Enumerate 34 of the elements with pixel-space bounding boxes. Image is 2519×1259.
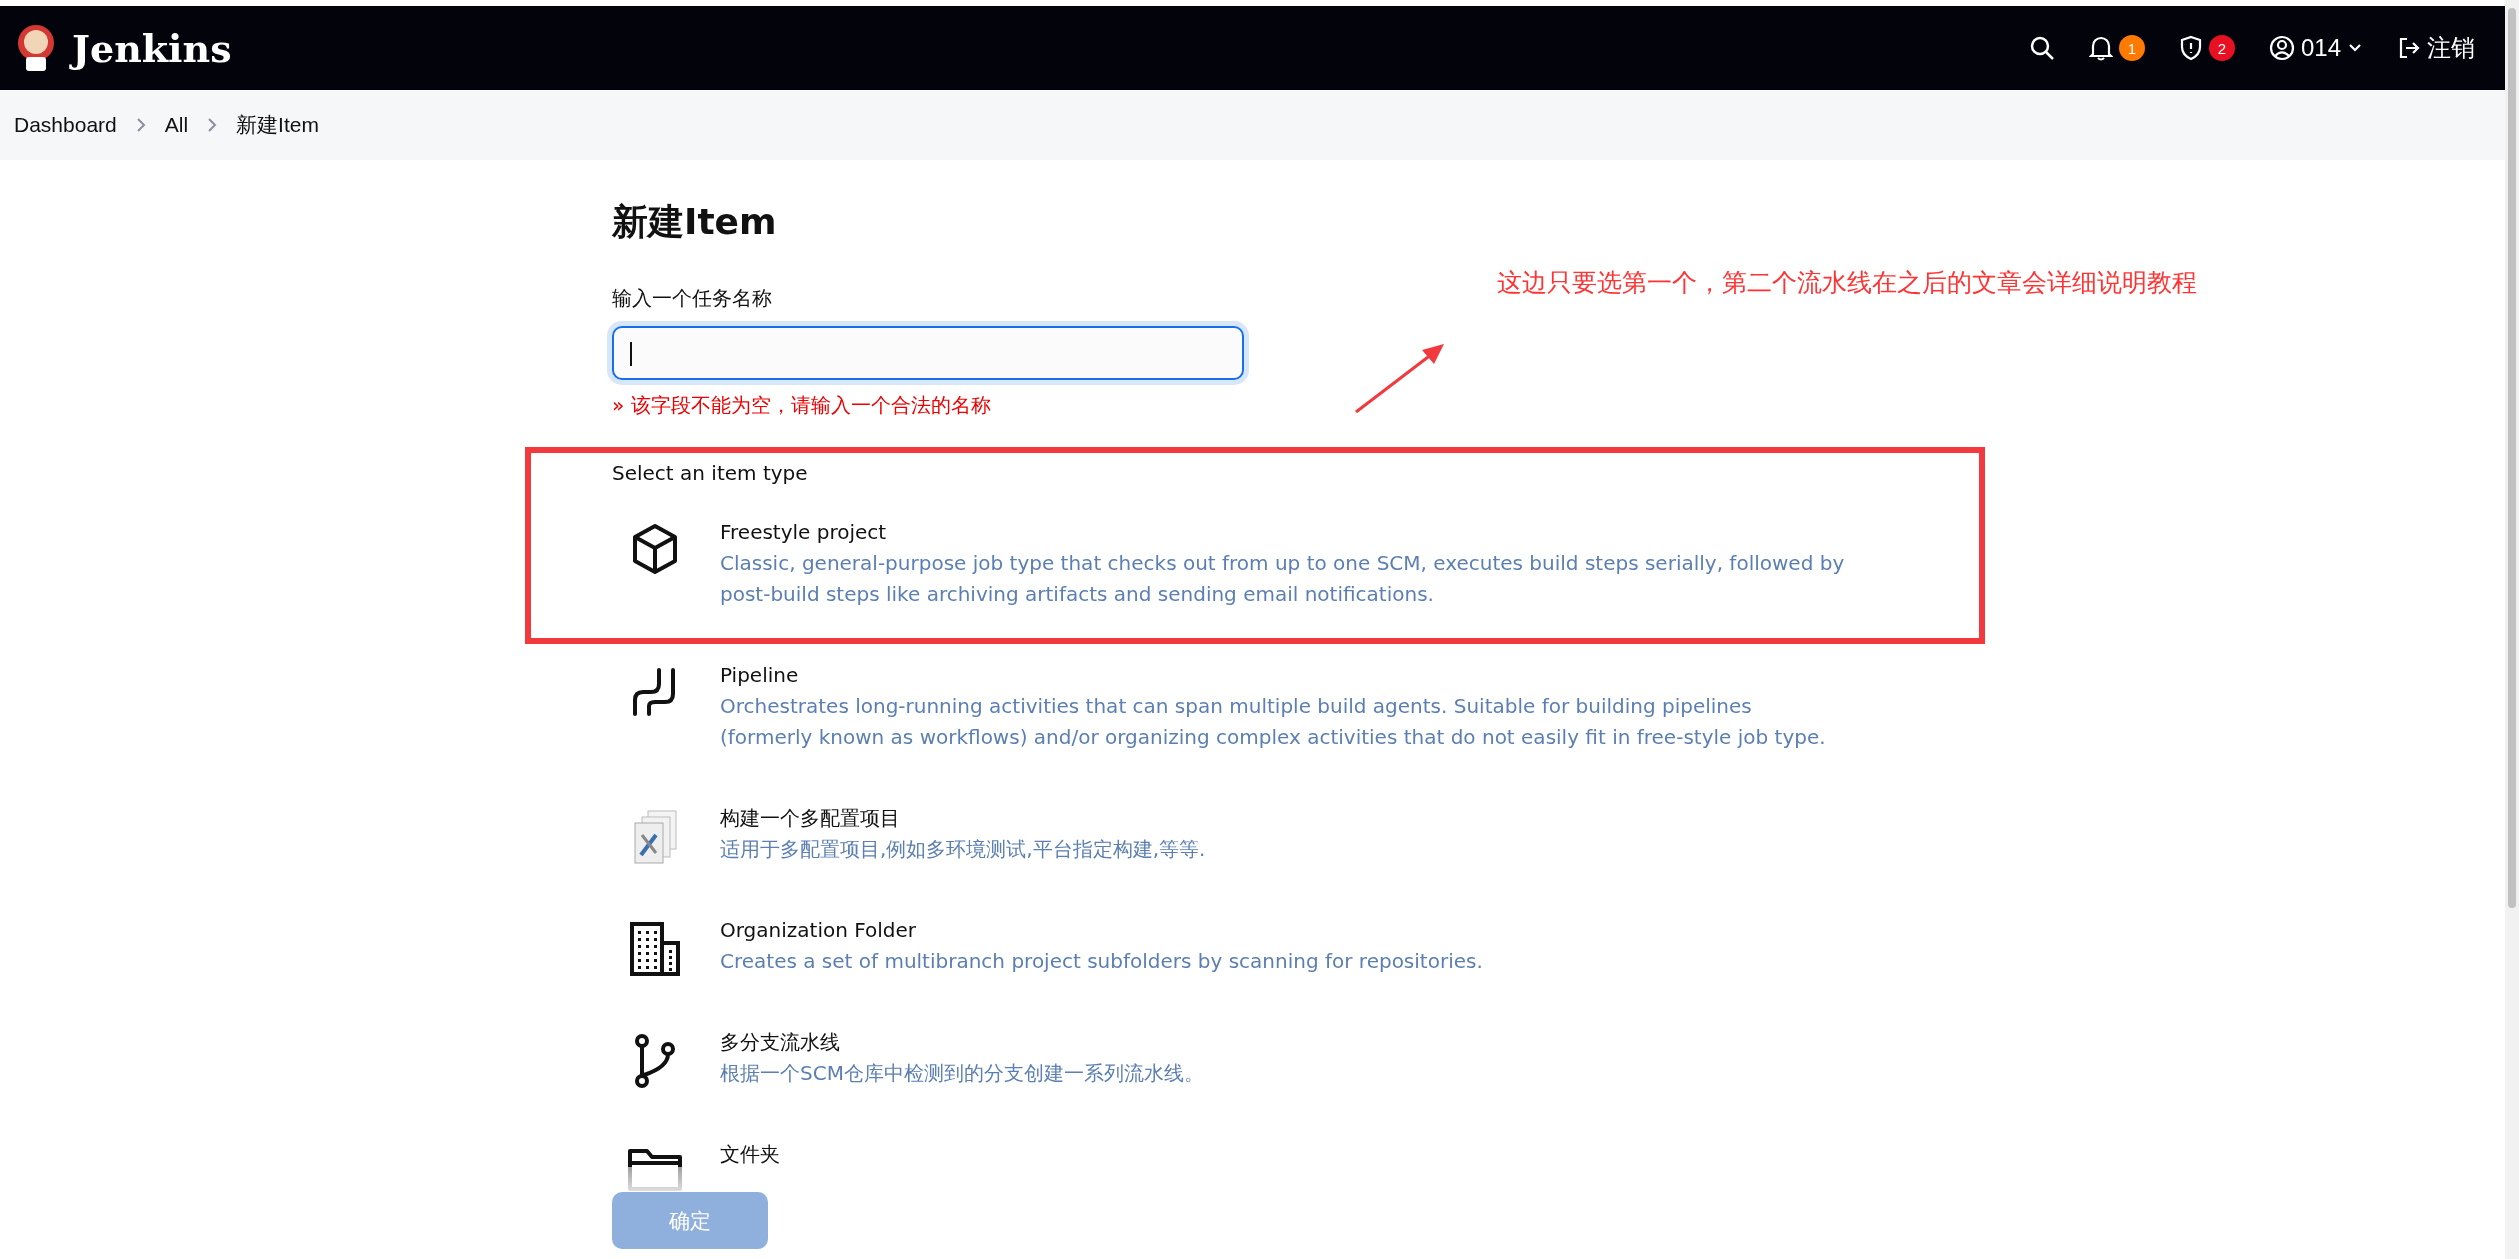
item-type-title[interactable]: 构建一个多配置项目 (720, 803, 900, 834)
item-type-description: Creates a set of multibranch project subfolders by scanning for repositories. (720, 948, 1484, 975)
item-type-description: 适用于多配置项目,例如多环境测试,平台指定构建,等等. (720, 836, 1207, 863)
breadcrumb-link[interactable]: All (164, 113, 189, 137)
page-title: 新建Item (612, 200, 778, 244)
annotation-note: 这边只要选第一个，第二个流水线在之后的文章会详细说明教程 (1497, 267, 2197, 298)
documents-tools-icon (632, 809, 678, 865)
error-message: » 该字段不能为空，请输入一个合法的名称 (612, 392, 992, 419)
chevron-right-icon (134, 117, 147, 133)
bell-icon (2088, 35, 2113, 61)
item-type-description: Classic, general-purpose job type that checks out from up to one SCM, executes build steps serially, followed by post-build steps like archiving artifacts and sending email notifications. (720, 550, 1846, 608)
item-type-title[interactable]: Organization Folder (720, 915, 917, 946)
breadcrumb-link[interactable]: Dashboard (14, 113, 117, 137)
item-type-title[interactable]: 多分支流水线 (720, 1027, 840, 1058)
branch-icon (632, 1033, 678, 1089)
cube-icon (630, 523, 680, 575)
field-label: 输入一个任务名称 (612, 285, 772, 312)
logout-icon (2397, 36, 2421, 60)
building-icon (628, 921, 682, 977)
security-button[interactable]: 2 (2178, 35, 2235, 61)
item-type-title[interactable]: Pipeline (720, 660, 799, 691)
breadcrumb-link[interactable]: 新建Item (236, 111, 319, 139)
chevron-right-icon (206, 117, 219, 133)
shield-icon (2178, 35, 2203, 61)
item-type-title[interactable]: 文件夹 (720, 1139, 780, 1170)
item-type-title[interactable]: Freestyle project (720, 517, 887, 548)
search-icon[interactable] (2028, 35, 2055, 61)
section-label: Select an item type (612, 461, 809, 485)
user-menu[interactable]: 014 (2268, 34, 2363, 62)
user-icon (2268, 35, 2295, 61)
logout-button[interactable]: 注销 (2397, 32, 2475, 64)
item-type-description: 根据一个SCM仓库中检测到的分支创建一系列流水线。 (720, 1060, 1205, 1087)
chevron-down-icon (2347, 42, 2363, 54)
item-type-description: Orchestrates long-running activities that can span multiple build agents. Suitable for building pipelines (formerly known as workflows) and/or organizing complex activities that do not easily fit in free-style job type. (720, 693, 1827, 751)
